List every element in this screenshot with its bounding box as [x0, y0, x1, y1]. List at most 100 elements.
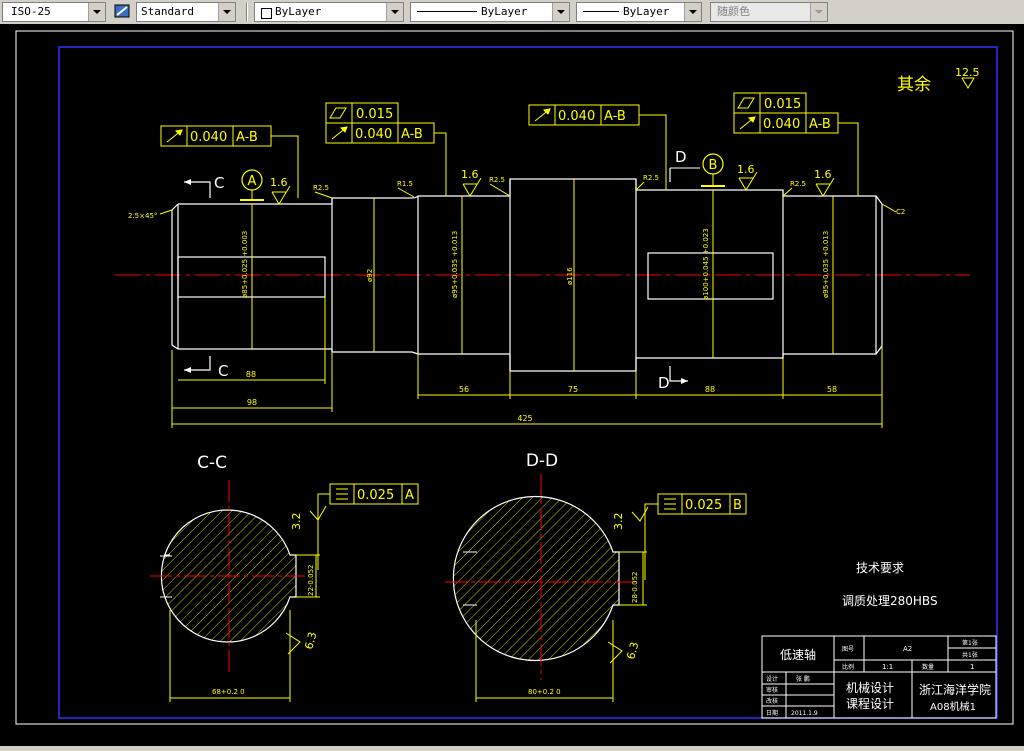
roughness-cc-bottom: 6.3: [302, 631, 319, 651]
status-bar: [0, 746, 1024, 751]
length-l58: 58: [827, 385, 837, 394]
section-dd-width-dim: 80+0.2 0: [528, 688, 561, 696]
gdt-f3-value: 0.040: [558, 109, 595, 124]
finish-note-label: 其余: [897, 75, 931, 95]
section-cc-title: C-C: [197, 453, 227, 473]
title-date: 2011.1.9: [791, 710, 818, 717]
title-school: 浙江海洋学院: [919, 682, 991, 697]
drawing-svg[interactable]: ø85+0.025 +0.003 ø92 ø95+0.035 +0.013 ø1…: [0, 24, 1024, 747]
tech-requirements-title: 技术要求: [856, 561, 904, 575]
length-l56: 56: [459, 385, 469, 394]
title-sheets-label: 共1张: [962, 651, 978, 659]
title-date-label: 日期: [766, 709, 778, 717]
color-swatch-icon: [261, 8, 272, 19]
title-qty: 1: [970, 663, 974, 671]
text-style-dropdown[interactable]: Standard: [136, 2, 236, 22]
title-part-name: 低速轴: [780, 647, 816, 662]
chevron-down-icon[interactable]: [88, 3, 105, 21]
fillet-r1: R2.5: [313, 184, 329, 192]
arrow-icon: [681, 378, 688, 384]
gdt-f4-top: 0.015: [764, 97, 801, 112]
lineweight-dropdown[interactable]: ByLayer: [576, 2, 702, 22]
layer-color-dropdown[interactable]: ByLayer: [254, 2, 404, 22]
length-l98a: 98: [247, 398, 257, 407]
section-label-c-top: C: [214, 174, 224, 192]
diameter-d2: ø92: [366, 269, 374, 282]
title-course2: 课程设计: [846, 696, 894, 711]
section-cc-width-dim: 68+0.2 0: [212, 688, 245, 696]
gdt-f5-ref: A: [405, 488, 414, 503]
fillet-r4: R2.5: [643, 174, 659, 182]
linetype-sample-icon: [417, 11, 477, 12]
datum-a-label: A: [248, 174, 257, 189]
roughness-dd-key: 3.2: [612, 513, 625, 531]
title-drawing-no: A2: [903, 645, 912, 653]
section-cc-key-dim: 22-0.052: [307, 565, 315, 596]
section-dd-key-dim: 28-0.052: [631, 572, 639, 603]
keyway-d: [647, 252, 774, 300]
chamfer-left: 2.5×45°: [128, 212, 157, 220]
roughness-symbol-general: [961, 77, 975, 89]
roughness-symbols: [271, 171, 835, 205]
title-scale: 1:1: [882, 663, 893, 671]
arrow-icon: [184, 367, 191, 373]
title-qty-label: 数量: [922, 663, 934, 671]
diameter-d5: ø100+0.045 +0.023: [702, 228, 710, 300]
title-class: A08机械1: [930, 700, 976, 713]
section-cc: [150, 480, 305, 672]
chevron-down-icon[interactable]: [552, 3, 569, 21]
gdt-f2-bottom: 0.040: [355, 127, 392, 142]
gdt-f2-top: 0.015: [356, 107, 393, 122]
roughness-2: 1.6: [461, 168, 479, 181]
title-check-label: 审核: [766, 686, 778, 694]
layer-color-value: ByLayer: [275, 5, 322, 18]
length-l88a: 88: [246, 370, 256, 379]
section-label-c-bottom: C: [218, 362, 228, 380]
roughness-dd-bottom: 6.3: [624, 641, 641, 661]
gdt-f4-bottom: 0.040: [763, 117, 800, 132]
arrow-icon: [184, 179, 191, 185]
gdt-f6-ref: B: [733, 498, 742, 513]
section-dd-title: D-D: [526, 451, 558, 471]
chevron-down-icon[interactable]: [218, 3, 235, 21]
fillet-r5: R2.5: [790, 180, 806, 188]
length-l75: 75: [568, 385, 578, 394]
roughness-3: 1.6: [737, 163, 755, 176]
chamfer-right: C2: [896, 208, 905, 216]
text-style-value: Standard: [141, 5, 194, 18]
chevron-down-icon[interactable]: [386, 3, 403, 21]
plot-style-dropdown: 随颜色: [710, 2, 828, 22]
chevron-down-icon[interactable]: [684, 3, 701, 21]
gdt-f6-value: 0.025: [685, 498, 722, 513]
length-dimension-lines: [171, 297, 883, 428]
finish-note-value: 12.5: [955, 66, 980, 79]
title-scale-label: 比例: [842, 663, 854, 671]
gdt-f1-ref: A-B: [236, 130, 258, 145]
chevron-down-icon: [810, 3, 827, 21]
datum-b: B: [701, 153, 725, 187]
drawing-canvas[interactable]: ø85+0.025 +0.003 ø92 ø95+0.035 +0.013 ø1…: [0, 24, 1024, 747]
dimension-style-dropdown[interactable]: ISO-25: [2, 2, 106, 22]
gdt-f3-ref: A-B: [604, 109, 626, 124]
fillet-r3: R2.5: [489, 176, 505, 184]
datum-a: A: [240, 169, 264, 201]
toolbar-separator: [246, 3, 248, 21]
gdt-f4-ref: A-B: [809, 117, 831, 132]
fillet-r2: R1.5: [397, 180, 413, 188]
linetype-dropdown[interactable]: ByLayer: [410, 2, 570, 22]
lineweight-sample-icon: [583, 11, 619, 12]
roughness-1: 1.6: [270, 176, 288, 189]
title-revise-label: 改核: [766, 697, 778, 705]
section-label-d-top: D: [675, 148, 687, 166]
section-dd: [445, 474, 635, 680]
title-drawing-no-label: 图号: [842, 646, 854, 653]
diameter-d1: ø85+0.025 +0.003: [241, 231, 249, 298]
linetype-value: ByLayer: [481, 5, 528, 18]
dimension-style-value: ISO-25: [11, 5, 51, 18]
length-l425: 425: [517, 414, 532, 423]
title-sheet-label: 第1张: [962, 639, 978, 647]
tech-requirements-body: 调质处理280HBS: [842, 594, 938, 608]
title-designer: 张 鹏: [796, 675, 810, 683]
text-style-icon[interactable]: [114, 3, 132, 21]
properties-toolbar: ISO-25 Standard ByLayer ByLayer ByLayer …: [0, 0, 1024, 25]
